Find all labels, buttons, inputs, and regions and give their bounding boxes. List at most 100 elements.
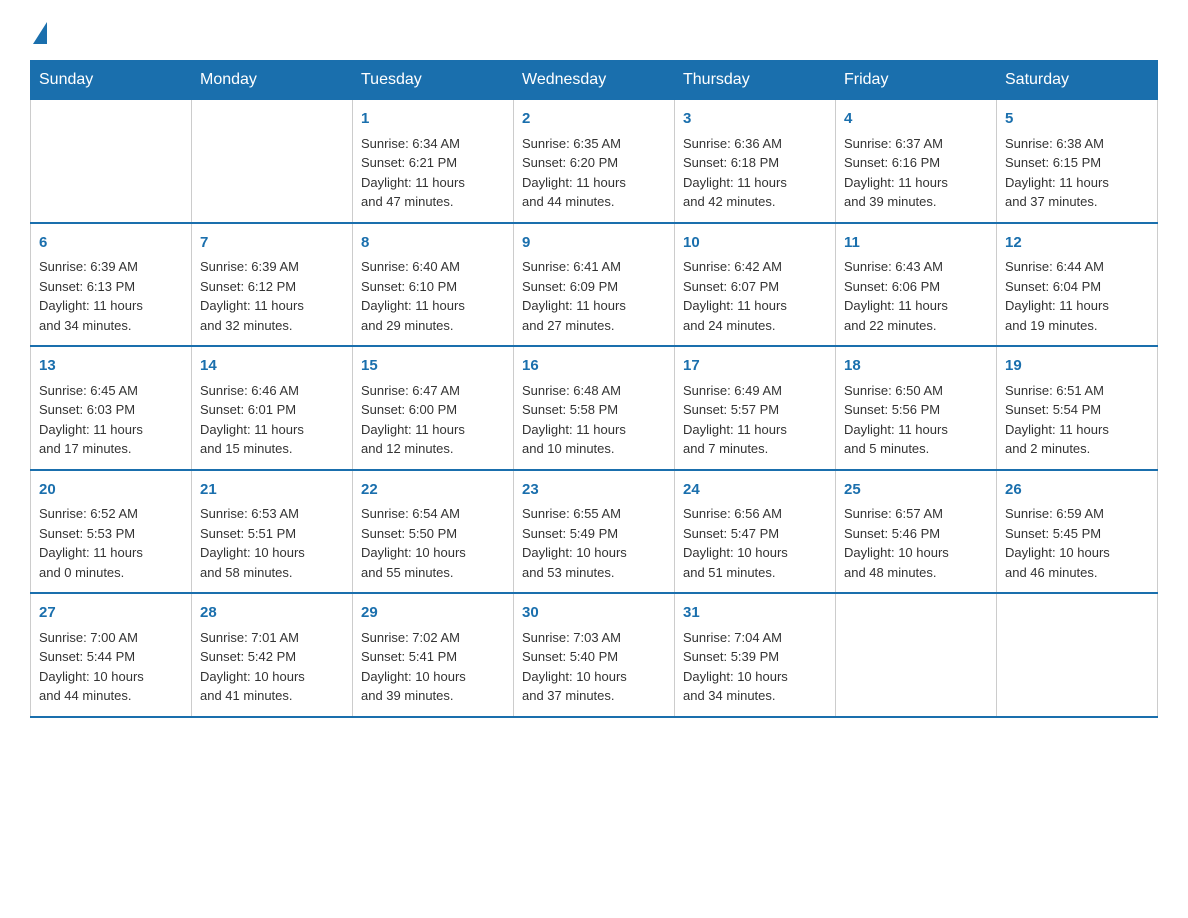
sun-info: Sunrise: 7:02 AM Sunset: 5:41 PM Dayligh… [361, 628, 505, 706]
sun-info: Sunrise: 6:38 AM Sunset: 6:15 PM Dayligh… [1005, 134, 1149, 212]
weekday-header-tuesday: Tuesday [353, 61, 514, 100]
sun-info: Sunrise: 7:03 AM Sunset: 5:40 PM Dayligh… [522, 628, 666, 706]
sun-info: Sunrise: 6:59 AM Sunset: 5:45 PM Dayligh… [1005, 504, 1149, 582]
calendar-cell: 25Sunrise: 6:57 AM Sunset: 5:46 PM Dayli… [836, 470, 997, 594]
calendar-week-row: 13 Sunrise: 6:45 AM Sunset: 6:03 PM Dayli… [31, 346, 1158, 470]
day-number: 17 [683, 355, 827, 378]
sun-info: Sunrise: 6:49 AM Sunset: 5:57 PM Dayligh… [683, 381, 827, 459]
sun-info: Sunrise: 6:51 AM Sunset: 5:54 PM Dayligh… [1005, 381, 1149, 459]
day-number: 21 [200, 479, 344, 502]
sun-info: Sunrise: 7:00 AM Sunset: 5:44 PM Dayligh… [39, 628, 183, 706]
sun-info: Sunrise: 6:41 AM Sunset: 6:09 PM Dayligh… [522, 257, 666, 335]
calendar-week-row: 1 Sunrise: 6:34 AM Sunset: 6:21 PM Daylig… [31, 100, 1158, 223]
page-header [30, 20, 1158, 42]
day-number: 1 [361, 108, 505, 131]
calendar-week-row: 27 Sunrise: 7:00 AM Sunset: 5:44 PM Dayli… [31, 593, 1158, 717]
calendar-cell: 15 Sunrise: 6:47 AM Sunset: 6:00 PM Dayli… [353, 346, 514, 470]
calendar-cell: 10Sunrise: 6:42 AM Sunset: 6:07 PM Dayli… [675, 223, 836, 347]
calendar-cell: 3 Sunrise: 6:36 AM Sunset: 6:18 PM Daylig… [675, 100, 836, 223]
calendar-cell: 9Sunrise: 6:41 AM Sunset: 6:09 PM Daylig… [514, 223, 675, 347]
day-number: 2 [522, 108, 666, 131]
sun-info: Sunrise: 6:39 AM Sunset: 6:12 PM Dayligh… [200, 257, 344, 335]
sun-info: Sunrise: 6:34 AM Sunset: 6:21 PM Dayligh… [361, 134, 505, 212]
calendar-header: SundayMondayTuesdayWednesdayThursdayFrid… [31, 61, 1158, 100]
day-number: 25 [844, 479, 988, 502]
calendar-cell: 27 Sunrise: 7:00 AM Sunset: 5:44 PM Dayli… [31, 593, 192, 717]
calendar-table: SundayMondayTuesdayWednesdayThursdayFrid… [30, 60, 1158, 718]
sun-info: Sunrise: 6:37 AM Sunset: 6:16 PM Dayligh… [844, 134, 988, 212]
sun-info: Sunrise: 6:43 AM Sunset: 6:06 PM Dayligh… [844, 257, 988, 335]
calendar-cell: 20Sunrise: 6:52 AM Sunset: 5:53 PM Dayli… [31, 470, 192, 594]
calendar-cell: 12Sunrise: 6:44 AM Sunset: 6:04 PM Dayli… [997, 223, 1158, 347]
day-number: 26 [1005, 479, 1149, 502]
weekday-header-friday: Friday [836, 61, 997, 100]
sun-info: Sunrise: 6:48 AM Sunset: 5:58 PM Dayligh… [522, 381, 666, 459]
calendar-cell: 8Sunrise: 6:40 AM Sunset: 6:10 PM Daylig… [353, 223, 514, 347]
calendar-cell: 11Sunrise: 6:43 AM Sunset: 6:06 PM Dayli… [836, 223, 997, 347]
sun-info: Sunrise: 6:55 AM Sunset: 5:49 PM Dayligh… [522, 504, 666, 582]
sun-info: Sunrise: 6:35 AM Sunset: 6:20 PM Dayligh… [522, 134, 666, 212]
day-number: 22 [361, 479, 505, 502]
sun-info: Sunrise: 7:01 AM Sunset: 5:42 PM Dayligh… [200, 628, 344, 706]
calendar-cell [192, 100, 353, 223]
weekday-header-wednesday: Wednesday [514, 61, 675, 100]
day-number: 19 [1005, 355, 1149, 378]
day-number: 27 [39, 602, 183, 625]
sun-info: Sunrise: 6:52 AM Sunset: 5:53 PM Dayligh… [39, 504, 183, 582]
weekday-header-monday: Monday [192, 61, 353, 100]
calendar-cell: 28 Sunrise: 7:01 AM Sunset: 5:42 PM Dayli… [192, 593, 353, 717]
day-number: 24 [683, 479, 827, 502]
sun-info: Sunrise: 6:39 AM Sunset: 6:13 PM Dayligh… [39, 257, 183, 335]
calendar-cell: 5 Sunrise: 6:38 AM Sunset: 6:15 PM Daylig… [997, 100, 1158, 223]
day-number: 30 [522, 602, 666, 625]
day-number: 4 [844, 108, 988, 131]
weekday-header-thursday: Thursday [675, 61, 836, 100]
sun-info: Sunrise: 6:53 AM Sunset: 5:51 PM Dayligh… [200, 504, 344, 582]
day-number: 15 [361, 355, 505, 378]
calendar-cell: 31 Sunrise: 7:04 AM Sunset: 5:39 PM Dayli… [675, 593, 836, 717]
day-number: 20 [39, 479, 183, 502]
day-number: 31 [683, 602, 827, 625]
calendar-week-row: 6Sunrise: 6:39 AM Sunset: 6:13 PM Daylig… [31, 223, 1158, 347]
calendar-cell: 29 Sunrise: 7:02 AM Sunset: 5:41 PM Dayli… [353, 593, 514, 717]
sun-info: Sunrise: 6:54 AM Sunset: 5:50 PM Dayligh… [361, 504, 505, 582]
day-number: 18 [844, 355, 988, 378]
logo [30, 20, 49, 42]
calendar-cell: 4 Sunrise: 6:37 AM Sunset: 6:16 PM Daylig… [836, 100, 997, 223]
sun-info: Sunrise: 7:04 AM Sunset: 5:39 PM Dayligh… [683, 628, 827, 706]
calendar-cell: 16 Sunrise: 6:48 AM Sunset: 5:58 PM Dayli… [514, 346, 675, 470]
sun-info: Sunrise: 6:45 AM Sunset: 6:03 PM Dayligh… [39, 381, 183, 459]
sun-info: Sunrise: 6:36 AM Sunset: 6:18 PM Dayligh… [683, 134, 827, 212]
day-number: 28 [200, 602, 344, 625]
calendar-cell: 7Sunrise: 6:39 AM Sunset: 6:12 PM Daylig… [192, 223, 353, 347]
sun-info: Sunrise: 6:57 AM Sunset: 5:46 PM Dayligh… [844, 504, 988, 582]
day-number: 12 [1005, 232, 1149, 255]
day-number: 13 [39, 355, 183, 378]
calendar-cell: 24Sunrise: 6:56 AM Sunset: 5:47 PM Dayli… [675, 470, 836, 594]
calendar-cell: 13 Sunrise: 6:45 AM Sunset: 6:03 PM Dayli… [31, 346, 192, 470]
sun-info: Sunrise: 6:47 AM Sunset: 6:00 PM Dayligh… [361, 381, 505, 459]
calendar-cell: 14Sunrise: 6:46 AM Sunset: 6:01 PM Dayli… [192, 346, 353, 470]
day-number: 8 [361, 232, 505, 255]
day-number: 5 [1005, 108, 1149, 131]
calendar-cell [31, 100, 192, 223]
day-number: 29 [361, 602, 505, 625]
weekday-header-saturday: Saturday [997, 61, 1158, 100]
sun-info: Sunrise: 6:40 AM Sunset: 6:10 PM Dayligh… [361, 257, 505, 335]
calendar-cell: 1 Sunrise: 6:34 AM Sunset: 6:21 PM Daylig… [353, 100, 514, 223]
day-number: 14 [200, 355, 344, 378]
calendar-cell [836, 593, 997, 717]
calendar-cell: 30 Sunrise: 7:03 AM Sunset: 5:40 PM Dayli… [514, 593, 675, 717]
day-number: 16 [522, 355, 666, 378]
day-number: 6 [39, 232, 183, 255]
calendar-cell: 19 Sunrise: 6:51 AM Sunset: 5:54 PM Dayli… [997, 346, 1158, 470]
sun-info: Sunrise: 6:42 AM Sunset: 6:07 PM Dayligh… [683, 257, 827, 335]
sun-info: Sunrise: 6:50 AM Sunset: 5:56 PM Dayligh… [844, 381, 988, 459]
day-number: 3 [683, 108, 827, 131]
logo-triangle-icon [33, 22, 47, 44]
calendar-cell: 17 Sunrise: 6:49 AM Sunset: 5:57 PM Dayli… [675, 346, 836, 470]
calendar-cell: 18 Sunrise: 6:50 AM Sunset: 5:56 PM Dayli… [836, 346, 997, 470]
day-number: 10 [683, 232, 827, 255]
calendar-cell: 26Sunrise: 6:59 AM Sunset: 5:45 PM Dayli… [997, 470, 1158, 594]
day-number: 7 [200, 232, 344, 255]
